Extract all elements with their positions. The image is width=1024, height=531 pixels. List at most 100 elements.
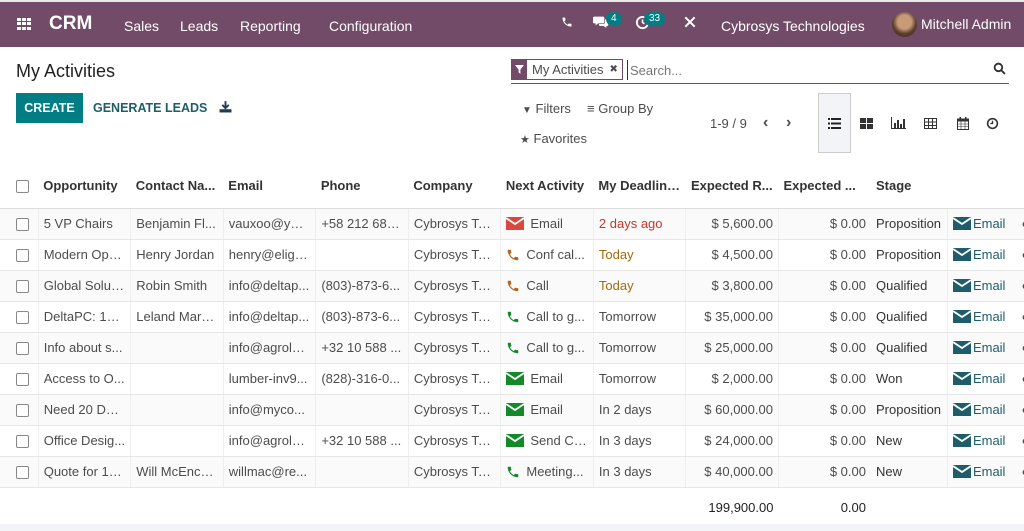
- cell-opportunity[interactable]: Quote for 12 ...: [37, 456, 131, 488]
- cell-opportunity[interactable]: Modern Ope...: [37, 239, 131, 271]
- row-checkbox[interactable]: [16, 280, 29, 294]
- cell-next-activity[interactable]: Email: [500, 394, 594, 426]
- send-email-button[interactable]: Email ●: [952, 216, 1024, 231]
- cell-next-activity[interactable]: Send Ca...: [500, 425, 594, 457]
- cell-company[interactable]: Cybrosys Te...: [407, 301, 501, 333]
- cell-email[interactable]: lumber-inv9...: [222, 363, 316, 395]
- phone-icon[interactable]: [561, 15, 573, 33]
- column-email[interactable]: Email: [223, 163, 316, 209]
- cell-company[interactable]: Cybrosys Te...: [407, 425, 501, 457]
- send-email-button[interactable]: Email ●: [952, 278, 1024, 293]
- pager-next-icon[interactable]: ›: [786, 114, 791, 132]
- column-stage[interactable]: Stage: [871, 163, 948, 209]
- send-email-button[interactable]: Email ●: [952, 464, 1024, 479]
- search-input[interactable]: [627, 60, 977, 80]
- pager-previous-icon[interactable]: ‹: [763, 114, 768, 132]
- table-row[interactable]: Global Soluti... Robin Smith info@deltap..…: [0, 270, 1024, 302]
- cell-company[interactable]: Cybrosys Te...: [407, 332, 501, 364]
- menu-sales[interactable]: Sales: [124, 18, 159, 34]
- cell-email[interactable]: info@deltap...: [222, 301, 316, 333]
- cell-next-activity[interactable]: Email: [500, 363, 594, 395]
- table-row[interactable]: DeltaPC: 10 ... Leland Marti... info@delta…: [0, 301, 1024, 333]
- menu-configuration[interactable]: Configuration: [329, 18, 412, 34]
- search-facet[interactable]: My Activities ✖: [511, 58, 623, 80]
- cell-opportunity[interactable]: Access to O...: [37, 363, 131, 395]
- cell-phone[interactable]: +32 10 588 ...: [315, 425, 409, 457]
- create-button[interactable]: CREATE: [16, 93, 83, 123]
- table-row[interactable]: Need 20 Des... info@myco... Cybrosys Te...…: [0, 394, 1024, 426]
- user-avatar[interactable]: [892, 12, 917, 37]
- cell-opportunity[interactable]: Office Desig...: [37, 425, 131, 457]
- cell-contact[interactable]: [130, 425, 224, 457]
- row-checkbox[interactable]: [16, 218, 29, 232]
- filters-button[interactable]: ▼ Filters: [522, 101, 571, 116]
- cell-phone[interactable]: (803)-873-6...: [315, 270, 409, 302]
- cell-phone[interactable]: (803)-873-6...: [315, 301, 409, 333]
- table-row[interactable]: Office Desig... info@agrolai... +32 10 588…: [0, 425, 1024, 457]
- cell-contact[interactable]: Henry Jordan: [130, 239, 224, 271]
- search-icon[interactable]: [993, 62, 1007, 76]
- cell-phone[interactable]: +58 212 681...: [315, 208, 409, 240]
- menu-reporting[interactable]: Reporting: [240, 18, 301, 34]
- activity-view-button[interactable]: [976, 93, 1009, 153]
- pivot-view-button[interactable]: [914, 93, 947, 153]
- table-row[interactable]: Modern Ope... Henry Jordan henry@eligh... C…: [0, 239, 1024, 271]
- cell-email[interactable]: info@deltap...: [222, 270, 316, 302]
- column-phone[interactable]: Phone: [315, 163, 409, 209]
- row-checkbox[interactable]: [16, 311, 29, 325]
- apps-menu-icon[interactable]: [17, 18, 31, 30]
- generate-leads-button[interactable]: GENERATE LEADS: [93, 101, 207, 115]
- cell-company[interactable]: Cybrosys Te...: [407, 270, 501, 302]
- cell-next-activity[interactable]: Email: [500, 208, 594, 240]
- debug-tools-icon[interactable]: [683, 15, 697, 33]
- cell-next-activity[interactable]: Conf cal...: [500, 239, 594, 271]
- cell-phone[interactable]: +32 10 588 ...: [315, 332, 409, 364]
- graph-view-button[interactable]: [882, 93, 915, 153]
- cell-email[interactable]: info@agrolai...: [222, 425, 316, 457]
- column-expected-mrr[interactable]: Expected ...: [778, 163, 871, 209]
- cell-email[interactable]: info@myco...: [222, 394, 316, 426]
- cell-phone[interactable]: [315, 456, 409, 488]
- kanban-view-button[interactable]: [850, 93, 883, 153]
- cell-phone[interactable]: [315, 239, 409, 271]
- cell-contact[interactable]: Robin Smith: [130, 270, 224, 302]
- row-checkbox[interactable]: [16, 404, 29, 418]
- select-all-checkbox[interactable]: [16, 179, 29, 193]
- cell-company[interactable]: Cybrosys Te...: [407, 239, 501, 271]
- table-row[interactable]: Access to O... lumber-inv9... (828)-316-0.…: [0, 363, 1024, 395]
- cell-company[interactable]: Cybrosys Te...: [407, 394, 501, 426]
- send-email-button[interactable]: Email ●: [952, 247, 1024, 262]
- cell-company[interactable]: Cybrosys Te...: [407, 208, 501, 240]
- cell-contact[interactable]: Leland Marti...: [130, 301, 224, 333]
- remove-facet-icon[interactable]: ✖: [610, 64, 622, 75]
- row-checkbox[interactable]: [16, 342, 29, 356]
- row-checkbox[interactable]: [16, 466, 29, 480]
- table-row[interactable]: 5 VP Chairs Benjamin Fl... vauxoo@you... +5…: [0, 208, 1024, 240]
- cell-next-activity[interactable]: Call: [500, 270, 594, 302]
- send-email-button[interactable]: Email ●: [952, 309, 1024, 324]
- cell-next-activity[interactable]: Meeting...: [500, 456, 594, 488]
- cell-next-activity[interactable]: Call to g...: [500, 332, 594, 364]
- column-opportunity[interactable]: Opportunity: [38, 163, 131, 209]
- cell-email[interactable]: info@agrolai...: [222, 332, 316, 364]
- column-expected-revenue[interactable]: Expected R...: [685, 163, 779, 209]
- cell-company[interactable]: Cybrosys Te...: [407, 456, 501, 488]
- cell-email[interactable]: vauxoo@you...: [222, 208, 316, 240]
- cell-opportunity[interactable]: DeltaPC: 10 ...: [37, 301, 131, 333]
- cell-contact[interactable]: Benjamin Fl...: [130, 208, 224, 240]
- cell-company[interactable]: Cybrosys Te...: [407, 363, 501, 395]
- app-brand[interactable]: CRM: [49, 13, 92, 35]
- pager-value[interactable]: 1-9 / 9: [710, 116, 747, 131]
- favorites-button[interactable]: ★ Favorites: [520, 131, 587, 146]
- cell-opportunity[interactable]: Need 20 Des...: [37, 394, 131, 426]
- cell-opportunity[interactable]: 5 VP Chairs: [37, 208, 131, 240]
- send-email-button[interactable]: Email ●: [952, 371, 1024, 386]
- column-my-deadline[interactable]: My Deadline ▼: [593, 163, 686, 209]
- cell-contact[interactable]: Will McEncroe: [130, 456, 224, 488]
- cell-email[interactable]: henry@eligh...: [222, 239, 316, 271]
- cell-phone[interactable]: (828)-316-0...: [315, 363, 409, 395]
- cell-phone[interactable]: [315, 394, 409, 426]
- cell-opportunity[interactable]: Info about s...: [37, 332, 131, 364]
- column-company[interactable]: Company: [408, 163, 501, 209]
- cell-next-activity[interactable]: Call to g...: [500, 301, 594, 333]
